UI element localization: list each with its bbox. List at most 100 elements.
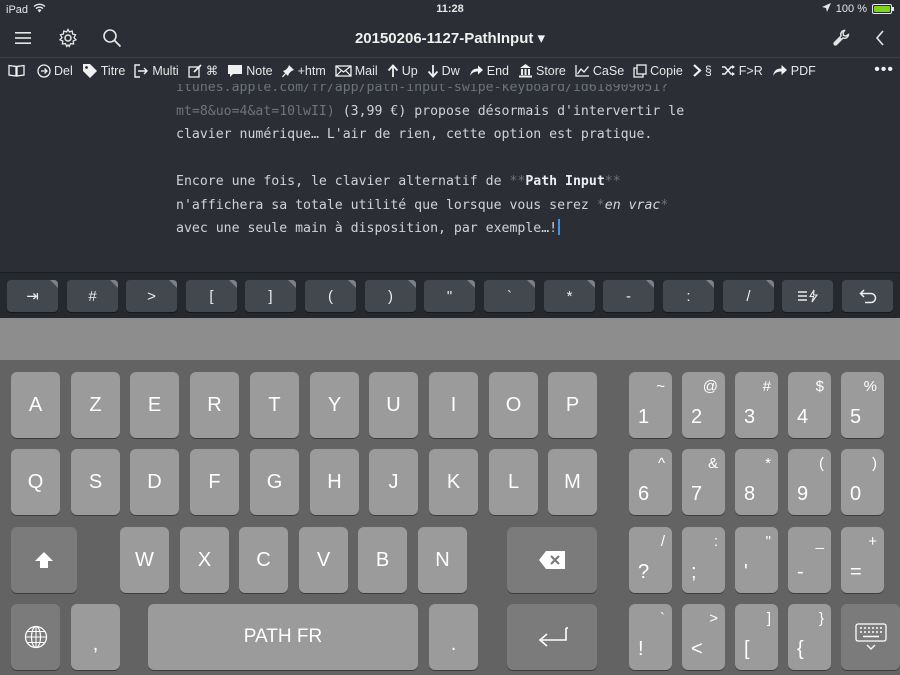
tools-button[interactable]: [828, 25, 854, 51]
key-alt-char: ": [765, 533, 771, 550]
backspace-key[interactable]: [507, 527, 597, 593]
key-k[interactable]: K: [429, 449, 478, 515]
accessory-key-snippets[interactable]: [782, 280, 833, 312]
num-key-1[interactable]: ~1: [629, 372, 672, 438]
return-key[interactable]: [507, 604, 597, 670]
toolbar-item-preview[interactable]: [8, 64, 28, 77]
toolbar-item-case[interactable]: CaSe: [575, 64, 624, 78]
key-z[interactable]: Z: [71, 372, 120, 438]
num-key-3[interactable]: #3: [735, 372, 778, 438]
hide-keyboard-key[interactable]: [841, 604, 900, 670]
key-p[interactable]: P: [548, 372, 597, 438]
toolbar-item-mail[interactable]: Mail: [335, 64, 378, 78]
num-key-bracket[interactable]: ][: [735, 604, 778, 670]
accessory-key-greater[interactable]: >: [126, 280, 177, 312]
key-u[interactable]: U: [369, 372, 418, 438]
toolbar-item-pdf[interactable]: PDF: [772, 64, 816, 78]
num-key-less-than[interactable]: > <: [682, 604, 725, 670]
space-key[interactable]: PATH FR: [148, 604, 418, 670]
toolbar-item-find-replace[interactable]: F>R: [721, 64, 763, 78]
key-a[interactable]: A: [11, 372, 60, 438]
delete-back-icon: [539, 551, 565, 569]
toolbar-item-copie[interactable]: Copie: [633, 64, 683, 78]
toolbar-item-multi[interactable]: Multi: [134, 63, 179, 78]
num-key-brace[interactable]: }{: [788, 604, 831, 670]
num-key-7[interactable]: & 7: [682, 449, 725, 515]
key-w[interactable]: W: [120, 527, 169, 593]
accessory-key-slash[interactable]: /: [723, 280, 774, 312]
accessory-key-undo[interactable]: [842, 280, 893, 312]
key-r[interactable]: R: [190, 372, 239, 438]
num-key-equals[interactable]: + =: [841, 527, 884, 593]
key-y[interactable]: Y: [310, 372, 359, 438]
keyboard: A Z E R T Y U I O P Q S D F G H J K L M …: [0, 360, 900, 675]
num-key-4[interactable]: $4: [788, 372, 831, 438]
accessory-key-hash[interactable]: #: [67, 280, 118, 312]
text-editor[interactable]: itunes.apple.com/fr/app/path-input-swipe…: [0, 84, 900, 272]
key-s[interactable]: S: [71, 449, 120, 515]
accessory-key-paren-open[interactable]: (: [305, 280, 356, 312]
accessory-key-bracket-open[interactable]: [: [186, 280, 237, 312]
key-char: 5: [850, 406, 862, 428]
num-key-minus[interactable]: _ -: [788, 527, 831, 593]
accessory-key-tab[interactable]: ⇥: [7, 280, 58, 312]
shift-key[interactable]: [11, 527, 77, 593]
toolbar-label-pdf: PDF: [790, 63, 816, 78]
document-title[interactable]: 20150206-1127-PathInput ▾: [0, 29, 900, 47]
chart-icon: [575, 64, 590, 77]
key-h[interactable]: H: [310, 449, 359, 515]
num-key-apostrophe[interactable]: " ': [735, 527, 778, 593]
accessory-key-quote[interactable]: ": [424, 280, 475, 312]
key-v[interactable]: V: [299, 527, 348, 593]
toolbar-item-command[interactable]: ⌘: [188, 63, 218, 78]
toolbar-item-note[interactable]: Note: [227, 64, 273, 78]
key-j[interactable]: J: [369, 449, 418, 515]
accessory-key-colon[interactable]: :: [663, 280, 714, 312]
num-key-2[interactable]: @2: [682, 372, 725, 438]
key-e[interactable]: E: [130, 372, 179, 438]
more-button[interactable]: •••: [874, 61, 894, 79]
globe-key[interactable]: [11, 604, 60, 670]
key-x[interactable]: X: [180, 527, 229, 593]
toolbar-item-store[interactable]: Store: [518, 63, 566, 78]
accessory-key-dash[interactable]: -: [603, 280, 654, 312]
key-char: 2: [691, 406, 703, 428]
key-b[interactable]: B: [358, 527, 407, 593]
num-key-question[interactable]: /?: [629, 527, 672, 593]
return-icon: [538, 627, 568, 647]
key-i[interactable]: I: [429, 372, 478, 438]
key-l[interactable]: L: [489, 449, 538, 515]
key-n[interactable]: N: [418, 527, 467, 593]
toolbar-item-down[interactable]: Dw: [427, 64, 460, 78]
key-comma[interactable]: ,: [71, 604, 120, 670]
num-key-8[interactable]: * 8: [735, 449, 778, 515]
num-key-exclamation[interactable]: `!: [629, 604, 672, 670]
toolbar-item-section[interactable]: §: [692, 64, 712, 78]
num-key-semicolon[interactable]: :;: [682, 527, 725, 593]
accessory-key-bracket-close[interactable]: ]: [245, 280, 296, 312]
toolbar-item-end[interactable]: End: [469, 64, 509, 78]
key-c[interactable]: C: [239, 527, 288, 593]
toolbar-item-up[interactable]: Up: [387, 64, 418, 78]
num-key-5[interactable]: % 5: [841, 372, 884, 438]
key-d[interactable]: D: [130, 449, 179, 515]
mail-icon: [335, 64, 352, 77]
key-f[interactable]: F: [190, 449, 239, 515]
back-button[interactable]: [867, 25, 893, 51]
num-key-0[interactable]: ) 0: [841, 449, 884, 515]
key-g[interactable]: G: [250, 449, 299, 515]
toolbar-item-htm[interactable]: +htm: [281, 64, 326, 78]
key-o[interactable]: O: [489, 372, 538, 438]
accessory-key-asterisk[interactable]: *: [544, 280, 595, 312]
key-q[interactable]: Q: [11, 449, 60, 515]
num-key-6[interactable]: ^ 6: [629, 449, 672, 515]
toolbar-item-del[interactable]: Del: [37, 64, 73, 78]
toolbar-label-multi: Multi: [152, 63, 179, 78]
num-key-9[interactable]: (9: [788, 449, 831, 515]
key-m[interactable]: M: [548, 449, 597, 515]
key-period[interactable]: .: [429, 604, 478, 670]
toolbar-item-titre[interactable]: Titre: [82, 63, 125, 79]
accessory-key-paren-close[interactable]: ): [365, 280, 416, 312]
key-t[interactable]: T: [250, 372, 299, 438]
accessory-key-backtick[interactable]: `: [484, 280, 535, 312]
